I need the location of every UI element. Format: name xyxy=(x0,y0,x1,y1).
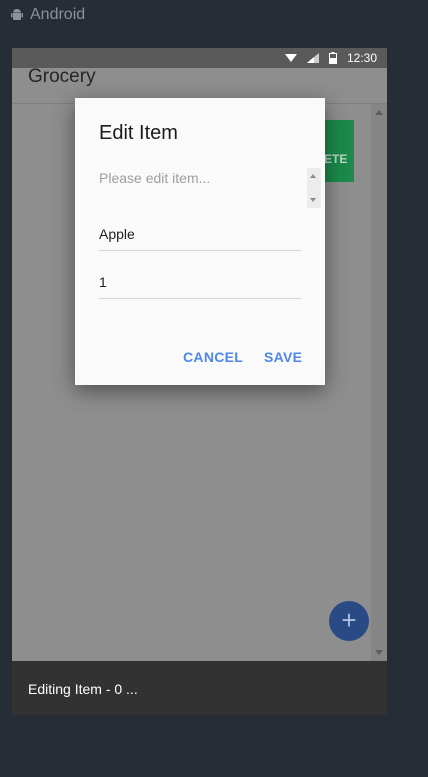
window-label: Android xyxy=(30,6,86,23)
scroll-down-arrow-icon[interactable] xyxy=(375,650,383,655)
app-title: Grocery xyxy=(28,66,96,87)
edit-item-dialog: Edit Item Please edit item... Apple 1 CA… xyxy=(75,98,325,385)
item-name-value: Apple xyxy=(99,226,135,242)
scroll-up-arrow-icon[interactable] xyxy=(375,110,383,115)
item-name-field[interactable]: Apple xyxy=(99,220,301,251)
item-quantity-field[interactable]: 1 xyxy=(99,268,301,299)
add-item-button[interactable]: + xyxy=(329,601,369,641)
android-icon xyxy=(11,9,23,20)
dialog-title: Edit Item xyxy=(99,122,178,144)
plus-icon: + xyxy=(341,605,357,635)
scrollbar[interactable] xyxy=(371,104,387,661)
item-quantity-value: 1 xyxy=(99,274,107,290)
hint-scroll-down-icon[interactable] xyxy=(310,198,316,202)
dialog-hint: Please edit item... xyxy=(99,170,211,186)
delete-button-label: ETE xyxy=(324,152,348,166)
cancel-button[interactable]: CANCEL xyxy=(183,349,243,365)
hint-scrollbar[interactable] xyxy=(307,168,321,208)
signal-icon xyxy=(306,53,319,63)
save-button[interactable]: SAVE xyxy=(264,349,302,365)
window-header: Android xyxy=(10,6,85,24)
hint-scroll-up-icon[interactable] xyxy=(310,174,316,178)
status-time: 12:30 xyxy=(346,51,377,65)
snackbar-text: Editing Item - 0 ... xyxy=(28,681,138,697)
battery-icon xyxy=(328,52,337,64)
snackbar: Editing Item - 0 ... xyxy=(12,661,387,715)
wifi-icon xyxy=(284,53,297,63)
status-bar: 12:30 xyxy=(12,48,387,68)
